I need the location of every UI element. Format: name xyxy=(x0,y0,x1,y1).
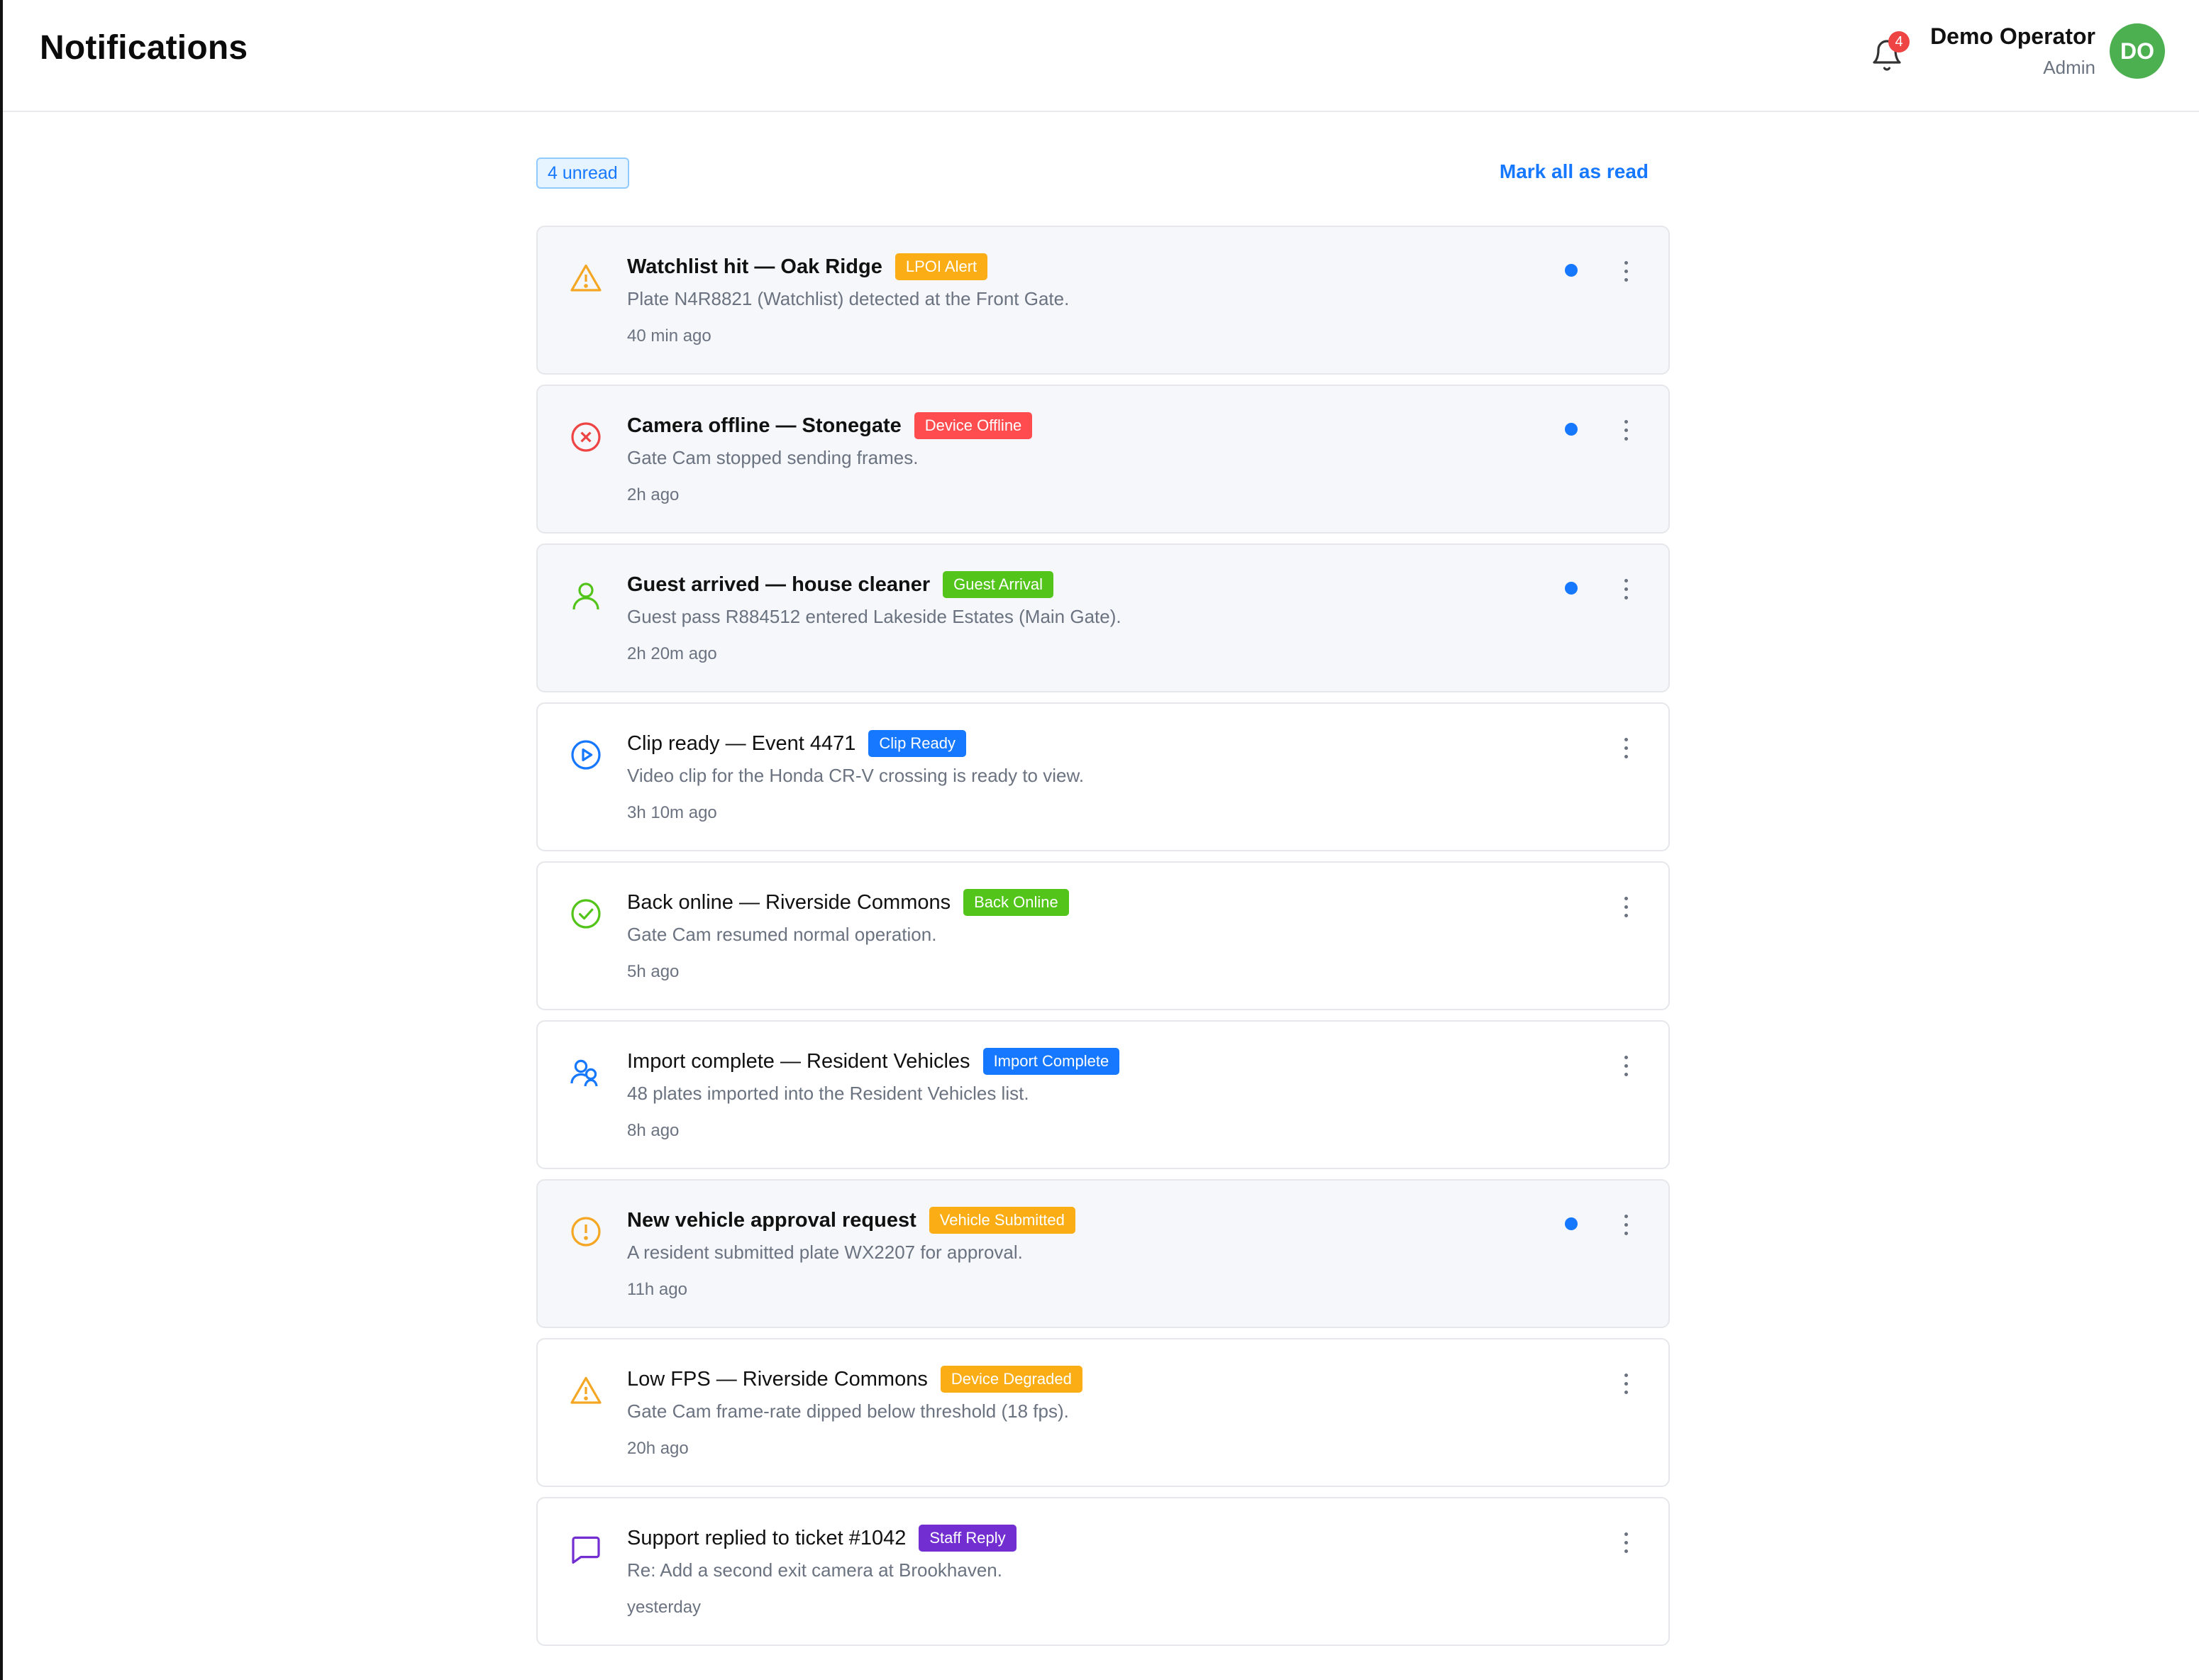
notification-title-row: Low FPS — Riverside Commons Device Degrad… xyxy=(627,1364,1082,1395)
users-icon xyxy=(569,1056,603,1090)
more-options-button[interactable] xyxy=(1612,253,1640,289)
notification-title-row: New vehicle approval request Vehicle Subm… xyxy=(627,1205,1075,1236)
notification-timestamp: 5h ago xyxy=(627,962,680,981)
unread-dot xyxy=(1565,1217,1578,1230)
notification-description: A resident submitted plate WX2207 for ap… xyxy=(627,1242,1023,1263)
warning-triangle-icon xyxy=(569,261,603,295)
more-options-button[interactable] xyxy=(1612,729,1640,766)
check-circle-icon xyxy=(569,897,603,931)
warning-triangle-icon xyxy=(569,1374,603,1408)
mark-all-read-button[interactable]: Mark all as read xyxy=(1500,160,1649,183)
avatar[interactable]: DO xyxy=(2110,23,2165,79)
notification-timestamp: 2h ago xyxy=(627,485,680,504)
more-options-button[interactable] xyxy=(1612,888,1640,925)
user-role: Admin xyxy=(2043,57,2095,78)
notification-description: Gate Cam resumed normal operation. xyxy=(627,924,937,945)
notifications-toolbar: 4 unread Mark all as read xyxy=(536,158,1670,189)
message-icon xyxy=(569,1532,603,1566)
notification-timestamp: 8h ago xyxy=(627,1121,680,1140)
app-root: Notifications 4 Demo Operator Admin DO 4… xyxy=(0,0,2199,1680)
notification-description: Guest pass R884512 entered Lakeside Esta… xyxy=(627,606,1121,627)
notification-timestamp: 40 min ago xyxy=(627,326,711,346)
notification-timestamp: 3h 10m ago xyxy=(627,803,717,822)
unread-dot xyxy=(1565,582,1578,595)
notification-type-tag: Clip Ready xyxy=(868,730,967,757)
notification-count-badge: 4 xyxy=(1888,31,1910,52)
notification-type-tag: Device Degraded xyxy=(940,1366,1082,1393)
notification-title: Low FPS — Riverside Commons xyxy=(627,1367,928,1391)
notification-title: New vehicle approval request xyxy=(627,1208,916,1232)
notification-card[interactable]: Low FPS — Riverside Commons Device Degrad… xyxy=(536,1338,1670,1487)
notification-type-tag: Import Complete xyxy=(982,1048,1120,1075)
notification-title-row: Camera offline — Stonegate Device Offline xyxy=(627,410,1033,441)
circle-x-icon xyxy=(569,420,603,454)
notification-type-tag: Staff Reply xyxy=(919,1525,1017,1552)
notifications-bell-button[interactable]: 4 xyxy=(1867,31,1910,77)
notification-title-row: Back online — Riverside Commons Back Onli… xyxy=(627,887,1069,918)
notification-list: Watchlist hit — Oak Ridge LPOI Alert Plate… xyxy=(536,226,1670,1656)
notification-description: Re: Add a second exit camera at Brookhav… xyxy=(627,1559,1002,1581)
notification-card[interactable]: New vehicle approval request Vehicle Subm… xyxy=(536,1179,1670,1328)
notification-card[interactable]: Camera offline — Stonegate Device Offline… xyxy=(536,385,1670,534)
more-options-button[interactable] xyxy=(1612,1206,1640,1243)
notification-card[interactable]: Back online — Riverside Commons Back Onli… xyxy=(536,861,1670,1010)
notification-description: Gate Cam stopped sending frames. xyxy=(627,447,919,468)
notification-title: Watchlist hit — Oak Ridge xyxy=(627,255,882,278)
notification-title: Camera offline — Stonegate xyxy=(627,414,902,437)
user-icon xyxy=(569,579,603,613)
notification-description: Plate N4R8821 (Watchlist) detected at th… xyxy=(627,288,1070,309)
notification-title-row: Clip ready — Event 4471 Clip Ready xyxy=(627,728,967,759)
notification-card[interactable]: Import complete — Resident Vehicles Impor… xyxy=(536,1020,1670,1169)
more-options-button[interactable] xyxy=(1612,1047,1640,1084)
unread-dot xyxy=(1565,423,1578,436)
notification-title-row: Support replied to ticket #1042 Staff Rep… xyxy=(627,1522,1017,1554)
more-options-button[interactable] xyxy=(1612,1524,1640,1561)
notification-card[interactable]: Support replied to ticket #1042 Staff Rep… xyxy=(536,1497,1670,1646)
notification-description: Video clip for the Honda CR-V crossing i… xyxy=(627,765,1085,786)
top-header: Notifications 4 Demo Operator Admin DO xyxy=(3,0,2199,112)
notification-type-tag: Device Offline xyxy=(914,412,1033,439)
exclamation-circle-icon xyxy=(569,1215,603,1249)
notification-card[interactable]: Clip ready — Event 4471 Clip Ready Video c… xyxy=(536,702,1670,851)
notification-timestamp: 11h ago xyxy=(627,1280,687,1299)
notification-timestamp: 2h 20m ago xyxy=(627,644,717,663)
unread-count-badge: 4 unread xyxy=(536,158,629,189)
notification-title: Import complete — Resident Vehicles xyxy=(627,1049,970,1073)
notification-description: 48 plates imported into the Resident Veh… xyxy=(627,1083,1029,1104)
play-circle-icon xyxy=(569,738,603,772)
more-options-button[interactable] xyxy=(1612,570,1640,607)
notification-title: Clip ready — Event 4471 xyxy=(627,731,856,755)
notification-title-row: Watchlist hit — Oak Ridge LPOI Alert xyxy=(627,251,988,282)
page-title: Notifications xyxy=(40,29,248,67)
notification-type-tag: Vehicle Submitted xyxy=(929,1207,1075,1234)
notification-timestamp: yesterday xyxy=(627,1598,702,1617)
notification-timestamp: 20h ago xyxy=(627,1439,689,1458)
notification-type-tag: Guest Arrival xyxy=(943,571,1054,598)
more-options-button[interactable] xyxy=(1612,411,1640,448)
notification-title: Back online — Riverside Commons xyxy=(627,890,951,914)
user-name: Demo Operator xyxy=(1930,23,2095,49)
notification-type-tag: Back Online xyxy=(963,889,1069,916)
more-options-button[interactable] xyxy=(1612,1365,1640,1402)
notification-title: Guest arrived — house cleaner xyxy=(627,573,931,596)
notification-card[interactable]: Watchlist hit — Oak Ridge LPOI Alert Plate… xyxy=(536,226,1670,375)
notification-title: Support replied to ticket #1042 xyxy=(627,1526,907,1549)
notification-title-row: Guest arrived — house cleaner Guest Arriv… xyxy=(627,569,1054,600)
notification-description: Gate Cam frame-rate dipped below thresho… xyxy=(627,1400,1069,1422)
unread-dot xyxy=(1565,264,1578,277)
notification-type-tag: LPOI Alert xyxy=(894,253,988,280)
notification-title-row: Import complete — Resident Vehicles Impor… xyxy=(627,1046,1120,1077)
notification-card[interactable]: Guest arrived — house cleaner Guest Arriv… xyxy=(536,543,1670,692)
